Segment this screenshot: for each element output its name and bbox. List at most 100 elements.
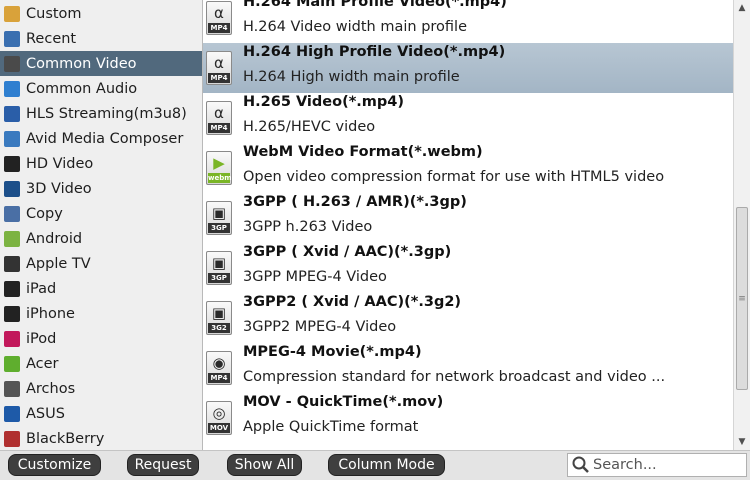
sidebar-item-copy[interactable]: Copy: [0, 201, 202, 226]
sidebar-item-ipod[interactable]: iPod: [0, 326, 202, 351]
acer-icon: [4, 355, 20, 372]
sidebar-item-iphone[interactable]: iPhone: [0, 301, 202, 326]
blackberry-icon: [4, 430, 20, 447]
format-icon-tag: MP4: [208, 123, 230, 133]
format-description: 3GPP h.263 Video: [243, 219, 373, 235]
search-box[interactable]: [567, 453, 747, 477]
sidebar-item-hls-streaming-m3u8[interactable]: HLS Streaming(m3u8): [0, 101, 202, 126]
format-description: H.264 Video width main profile: [243, 19, 467, 35]
hd-icon: [4, 155, 20, 172]
sidebar-item-acer[interactable]: Acer: [0, 351, 202, 376]
sidebar-item-3d-video[interactable]: 3D Video: [0, 176, 202, 201]
sidebar-item-label: Android: [26, 230, 83, 247]
sidebar-item-recent[interactable]: Recent: [0, 26, 202, 51]
format-item[interactable]: α MP4 H.264 High Profile Video(*.mp4) H.264…: [203, 43, 733, 93]
bottom-toolbar: Customize Request Show All Column Mode: [0, 450, 750, 480]
format-icon-tag: MP4: [208, 23, 230, 33]
sidebar-item-label: iPod: [26, 330, 57, 347]
format-description: Apple QuickTime format: [243, 419, 419, 435]
sidebar-item-ipad[interactable]: iPad: [0, 276, 202, 301]
format-icon-glyph: ◎: [212, 404, 226, 422]
sidebar-item-hd-video[interactable]: HD Video: [0, 151, 202, 176]
scroll-down-icon[interactable]: ▼: [734, 434, 750, 450]
sidebar-item-label: Common Audio: [26, 80, 138, 97]
sidebar-item-label: HD Video: [26, 155, 94, 172]
show-all-button[interactable]: Show All: [227, 454, 302, 476]
sidebar-item-label: Acer: [26, 355, 59, 372]
sidebar-item-blackberry[interactable]: BlackBerry: [0, 426, 202, 450]
format-icon-tag: MP4: [208, 373, 230, 383]
format-item[interactable]: ◉ MP4 MPEG-4 Movie(*.mp4) Compression stand…: [203, 343, 733, 393]
column-mode-button[interactable]: Column Mode: [328, 454, 445, 476]
search-input[interactable]: [593, 457, 743, 473]
format-name: 3GPP2 ( Xvid / AAC)(*.3g2): [243, 294, 462, 310]
sidebar-item-label: Archos: [26, 380, 76, 397]
calendar-icon: [4, 30, 20, 47]
sidebar-item-apple-tv[interactable]: Apple TV: [0, 251, 202, 276]
customize-button[interactable]: Customize: [8, 454, 101, 476]
format-name: 3GPP ( H.263 / AMR)(*.3gp): [243, 194, 467, 210]
sidebar-item-common-video[interactable]: Common Video: [0, 51, 202, 76]
sidebar-item-archos[interactable]: Archos: [0, 376, 202, 401]
request-button[interactable]: Request: [127, 454, 199, 476]
mov-icon: ◎ MOV: [206, 401, 232, 435]
format-name: 3GPP ( Xvid / AAC)(*.3gp): [243, 244, 452, 260]
format-icon-glyph: ◉: [212, 354, 226, 372]
format-item[interactable]: ▣ 3G2 3GPP2 ( Xvid / AAC)(*.3g2) 3GPP2 MPEG…: [203, 293, 733, 343]
format-description: H.264 High width main profile: [243, 69, 460, 85]
format-description: 3GPP2 MPEG-4 Video: [243, 319, 397, 335]
format-icon-glyph: ▣: [211, 204, 227, 222]
sidebar-item-avid-media-composer[interactable]: Avid Media Composer: [0, 126, 202, 151]
format-description: Compression standard for network broadca…: [243, 369, 666, 385]
sidebar-item-label: Recent: [26, 30, 77, 47]
sidebar-item-label: Apple TV: [26, 255, 91, 272]
iphone-icon: [4, 305, 20, 322]
format-description: H.265/HEVC video: [243, 119, 376, 135]
asus-icon: [4, 405, 20, 422]
3d-icon: [4, 180, 20, 197]
format-item[interactable]: α MP4 H.265 Video(*.mp4) H.265/HEVC video: [203, 93, 733, 143]
film-icon: [4, 55, 20, 72]
mp4-icon: α MP4: [206, 51, 232, 85]
format-description: 3GPP MPEG-4 Video: [243, 269, 387, 285]
sidebar-item-label: Custom: [26, 5, 82, 22]
music-note-icon: [4, 80, 20, 97]
format-name: MPEG-4 Movie(*.mp4): [243, 344, 422, 360]
category-list[interactable]: Custom Recent Common Video Common Audio HLS …: [0, 0, 203, 450]
scroll-up-icon[interactable]: ▲: [734, 0, 750, 16]
mp4-icon: α MP4: [206, 101, 232, 135]
format-icon-glyph: ▶: [213, 154, 225, 172]
format-icon-tag: MP4: [208, 73, 230, 83]
format-description: Open video compression format for use wi…: [243, 169, 665, 185]
format-name: H.264 High Profile Video(*.mp4): [243, 44, 506, 60]
ipad-icon: [4, 280, 20, 297]
format-item[interactable]: α MP4 H.264 Main Profile Video(*.mp4) H.264…: [203, 0, 733, 43]
sidebar-item-label: BlackBerry: [26, 430, 105, 447]
mpeg4-icon: ◉ MP4: [206, 351, 232, 385]
sidebar-item-asus[interactable]: ASUS: [0, 401, 202, 426]
format-item[interactable]: ◎ MOV MOV - QuickTime(*.mov) Apple QuickTim…: [203, 393, 733, 443]
format-icon-glyph: ▣: [211, 304, 227, 322]
sidebar-item-label: ASUS: [26, 405, 65, 422]
3gp-icon: ▣ 3GP: [206, 201, 232, 235]
format-icon-glyph: ▣: [211, 254, 227, 272]
sidebar-item-android[interactable]: Android: [0, 226, 202, 251]
ipod-icon: [4, 330, 20, 347]
android-icon: [4, 230, 20, 247]
format-icon-tag: 3GP: [208, 273, 230, 283]
folder-icon: [4, 5, 20, 22]
format-icon-glyph: α: [214, 104, 224, 122]
format-item[interactable]: ▣ 3GP 3GPP ( H.263 / AMR)(*.3gp) 3GPP h.263…: [203, 193, 733, 243]
scroll-thumb[interactable]: ≡: [736, 207, 748, 390]
format-list-scrollbar[interactable]: ▲ ≡ ▼: [733, 0, 750, 450]
format-list[interactable]: α MP4 H.264 Main Profile Video(*.mp4) H.264…: [203, 0, 733, 450]
format-icon-tag: webm: [208, 173, 232, 183]
search-icon: [572, 456, 589, 473]
format-item[interactable]: ▶ webm WebM Video Format(*.webm) Open video…: [203, 143, 733, 193]
format-name: H.264 Main Profile Video(*.mp4): [243, 0, 507, 10]
sidebar-item-custom[interactable]: Custom: [0, 1, 202, 26]
sidebar-item-common-audio[interactable]: Common Audio: [0, 76, 202, 101]
format-item[interactable]: ▣ 3GP 3GPP ( Xvid / AAC)(*.3gp) 3GPP MPEG-4…: [203, 243, 733, 293]
format-name: MOV - QuickTime(*.mov): [243, 394, 444, 410]
format-icon-glyph: α: [214, 4, 224, 22]
